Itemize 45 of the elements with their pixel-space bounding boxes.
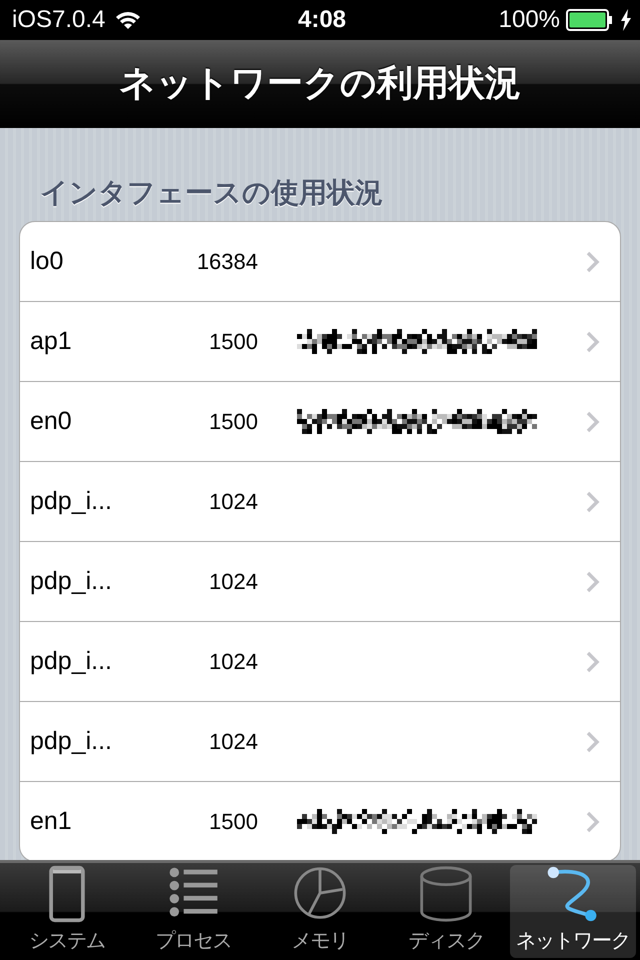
chevron-icon [586,810,600,832]
interface-name: en0 [29,407,73,436]
chevron-icon [586,570,600,592]
chevron-icon [586,250,600,272]
mtu-value: 1500 [208,408,258,434]
interface-row[interactable]: pdp_i... 1024 [20,702,620,782]
mtu-value: 16384 [196,248,258,274]
interface-name: en1 [29,807,73,836]
interface-row[interactable]: lo0 16384 [20,222,620,302]
tab-item[interactable]: プロセス [130,865,257,958]
interface-name: pdp_i... [29,567,114,596]
interface-name: ap1 [29,327,73,356]
mtu-value: 1024 [208,568,258,594]
mtu-value: 1024 [208,648,258,674]
interface-name: pdp_i... [29,647,114,676]
chevron-icon [586,730,600,752]
battery-percent: 100% [498,6,560,34]
interface-name: pdp_i... [29,487,114,516]
chevron-icon [586,330,600,352]
interface-row[interactable]: en1 1500 [20,782,620,860]
mtu-value: 1500 [208,328,258,354]
interface-name: lo0 [29,247,64,276]
interface-row[interactable]: en0 1500 [20,382,620,462]
interface-row[interactable]: pdp_i... 1024 [20,462,620,542]
tab-item[interactable]: メモリ [256,865,384,958]
tab-item[interactable]: システム [4,865,130,958]
mtu-value: 1024 [208,488,258,514]
chevron-icon [586,490,600,512]
chevron-icon [586,650,600,672]
tab-item[interactable]: ディスク [383,865,510,958]
wifi-icon [115,10,142,30]
interface-name: pdp_i... [29,727,114,756]
chevron-icon [586,410,600,432]
charging-icon [620,9,632,31]
battery-icon [566,9,614,31]
section-header: インタフェースの使用状況 [39,175,384,211]
interface-row[interactable]: pdp_i... 1024 [20,542,620,622]
interface-row[interactable]: pdp_i... 1024 [20,622,620,702]
mtu-value: 1024 [208,728,258,754]
carrier-text: iOS7.0.4 [12,6,106,34]
clock-text: 4:08 [298,6,346,34]
interface-row[interactable]: ap1 1500 [20,302,620,382]
tab-item[interactable]: ネットワーク [510,865,636,958]
screen-title: ネットワークの利用状況 [119,62,521,106]
mtu-value: 1500 [208,808,258,834]
